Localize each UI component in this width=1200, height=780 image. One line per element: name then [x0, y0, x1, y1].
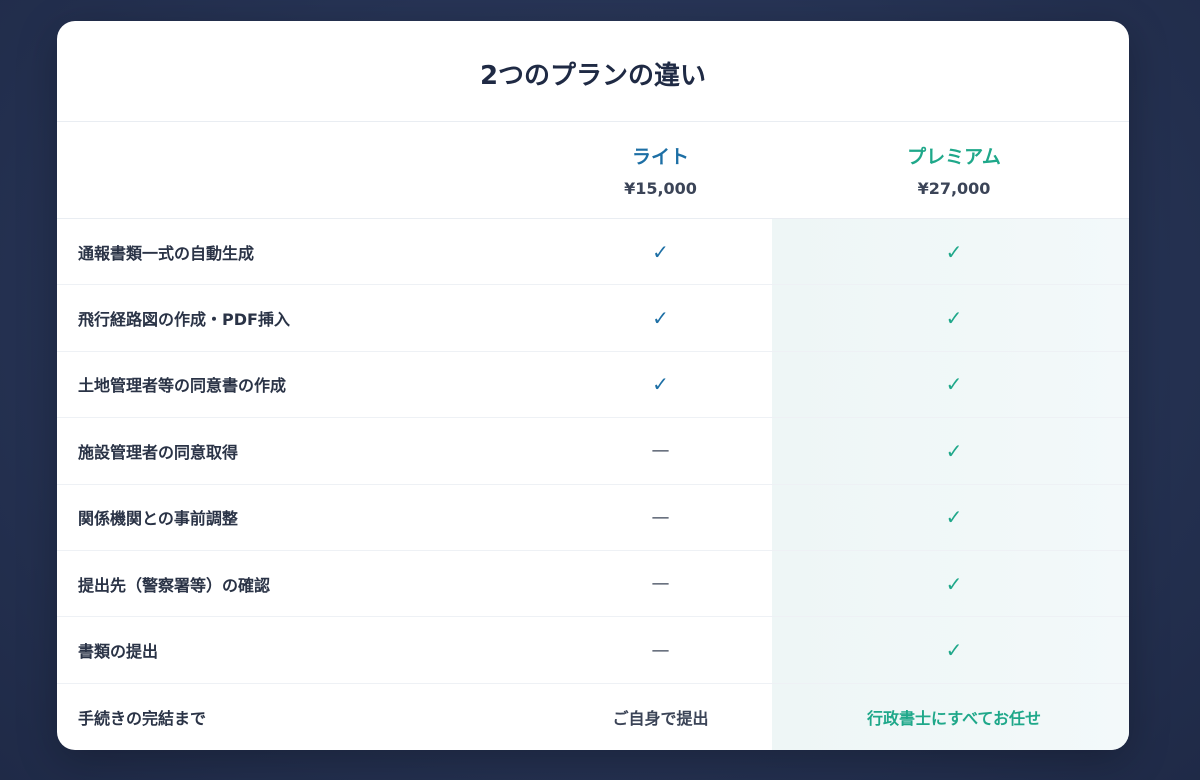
premium-completion-text: 行政書士にすべてお任せ [867, 708, 1041, 728]
comparison-rows: 通報書類一式の自動生成 ✓ ✓ 飛行経路図の作成・PDF挿入 ✓ ✓ 土地管理者… [57, 219, 1129, 750]
table-header: ライト ¥15,000 プレミアム ¥27,000 [57, 122, 1129, 219]
lite-check-icon: ✓ [652, 239, 669, 264]
table-row: 書類の提出 — ✓ [57, 617, 1129, 684]
plan-name-lite: ライト [631, 146, 689, 168]
plan-comparison-card: 2つのプランの違い ライト ¥15,000 プレミアム ¥27,000 通報書類… [57, 21, 1129, 750]
plan-price-premium: ¥27,000 [917, 179, 991, 198]
feature-label: 書類の提出 [78, 642, 159, 662]
lite-completion-text: ご自身で提出 [612, 708, 709, 728]
table-row: 通報書類一式の自動生成 ✓ ✓ [57, 219, 1129, 286]
plan-price-lite: ¥15,000 [624, 179, 697, 198]
premium-check-icon: ✓ [945, 239, 963, 264]
feature-label: 土地管理者等の同意書の作成 [78, 376, 287, 396]
feature-header-cell [57, 122, 542, 218]
page-title: 2つのプランの違い [57, 21, 1129, 122]
feature-label: 飛行経路図の作成・PDF挿入 [78, 310, 290, 330]
lite-dash-icon: — [651, 506, 670, 528]
feature-label: 関係機関との事前調整 [78, 509, 238, 529]
feature-label: 提出先（警察署等）の確認 [78, 575, 271, 595]
table-row: 土地管理者等の同意書の作成 ✓ ✓ [57, 352, 1129, 419]
table-row: 飛行経路図の作成・PDF挿入 ✓ ✓ [57, 285, 1129, 352]
lite-check-icon: ✓ [652, 372, 669, 397]
premium-check-icon: ✓ [945, 505, 963, 530]
lite-dash-icon: — [651, 573, 670, 595]
table-row: 手続きの完結まで ご自身で提出 行政書士にすべてお任せ [57, 684, 1129, 750]
premium-check-icon: ✓ [945, 571, 963, 596]
premium-check-icon: ✓ [945, 638, 963, 663]
premium-check-icon: ✓ [945, 372, 963, 397]
plan-name-premium: プレミアム [907, 146, 1001, 168]
table-row: 施設管理者の同意取得 — ✓ [57, 418, 1129, 485]
lite-dash-icon: — [651, 440, 670, 462]
plan-header-lite: ライト ¥15,000 [542, 122, 779, 218]
feature-label: 施設管理者の同意取得 [78, 442, 239, 462]
lite-dash-icon: — [651, 639, 670, 661]
premium-check-icon: ✓ [945, 306, 963, 331]
plan-header-premium: プレミアム ¥27,000 [779, 122, 1129, 218]
lite-check-icon: ✓ [652, 306, 669, 331]
table-row: 関係機関との事前調整 — ✓ [57, 485, 1129, 551]
table-row: 提出先（警察署等）の確認 — ✓ [57, 551, 1129, 618]
premium-check-icon: ✓ [945, 438, 963, 463]
feature-label: 通報書類一式の自動生成 [78, 243, 255, 263]
feature-label: 手続きの完結まで [78, 708, 207, 728]
